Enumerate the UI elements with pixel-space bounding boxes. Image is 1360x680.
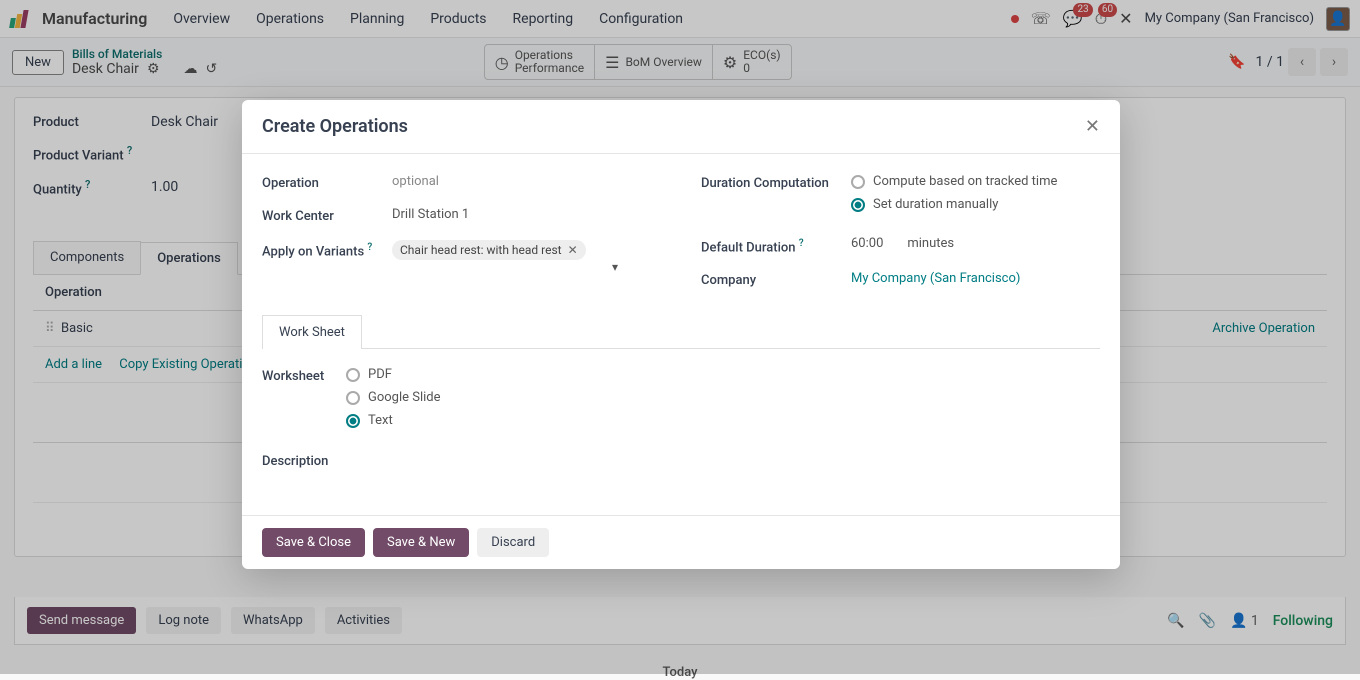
workcenter-label: Work Center — [262, 207, 392, 224]
modal-title: Create Operations — [262, 116, 408, 137]
operation-input[interactable]: optional — [392, 174, 661, 189]
close-icon[interactable]: ✕ — [1085, 116, 1100, 137]
radio-pdf[interactable]: PDF — [346, 367, 1100, 382]
radio-manual[interactable]: Set duration manually — [851, 197, 1100, 212]
radio-icon — [346, 368, 360, 382]
variant-tag-label: Chair head rest: with head rest — [400, 243, 562, 257]
default-duration-input[interactable]: 60:00 — [851, 236, 883, 251]
modal-body: Operation optional Work Center Drill Sta… — [242, 154, 1120, 515]
discard-button[interactable]: Discard — [477, 528, 549, 557]
company-label: Company — [701, 271, 851, 288]
radio-icon — [346, 414, 360, 428]
minutes-label: minutes — [907, 236, 954, 251]
modal-footer: Save & Close Save & New Discard — [242, 515, 1120, 569]
default-duration-label: Default Duration ? — [701, 236, 851, 255]
radio-icon — [346, 391, 360, 405]
create-operations-modal: Create Operations ✕ Operation optional W… — [242, 100, 1120, 569]
operation-label: Operation — [262, 174, 392, 191]
apply-variants-label: Apply on Variants ? — [262, 240, 392, 259]
radio-gslide[interactable]: Google Slide — [346, 390, 1100, 405]
modal-header: Create Operations ✕ — [242, 100, 1120, 154]
remove-tag-icon[interactable]: ✕ — [568, 243, 578, 257]
worksheet-label: Worksheet — [262, 367, 346, 384]
apply-variants-input[interactable]: Chair head rest: with head rest ✕ ▾ — [392, 240, 661, 275]
company-input[interactable]: My Company (San Francisco) — [851, 271, 1100, 286]
modal-tabs: Work Sheet — [262, 314, 1100, 349]
variant-tag: Chair head rest: with head rest ✕ — [392, 240, 586, 260]
workcenter-input[interactable]: Drill Station 1 — [392, 207, 661, 222]
radio-text[interactable]: Text — [346, 413, 1100, 428]
chevron-down-icon[interactable]: ▾ — [612, 260, 618, 274]
save-close-button[interactable]: Save & Close — [262, 528, 365, 557]
radio-icon — [851, 198, 865, 212]
radio-tracked[interactable]: Compute based on tracked time — [851, 174, 1100, 189]
save-new-button[interactable]: Save & New — [373, 528, 469, 557]
description-label: Description — [262, 452, 346, 469]
radio-icon — [851, 175, 865, 189]
duration-comp-label: Duration Computation — [701, 174, 851, 191]
tab-work-sheet[interactable]: Work Sheet — [262, 315, 362, 349]
